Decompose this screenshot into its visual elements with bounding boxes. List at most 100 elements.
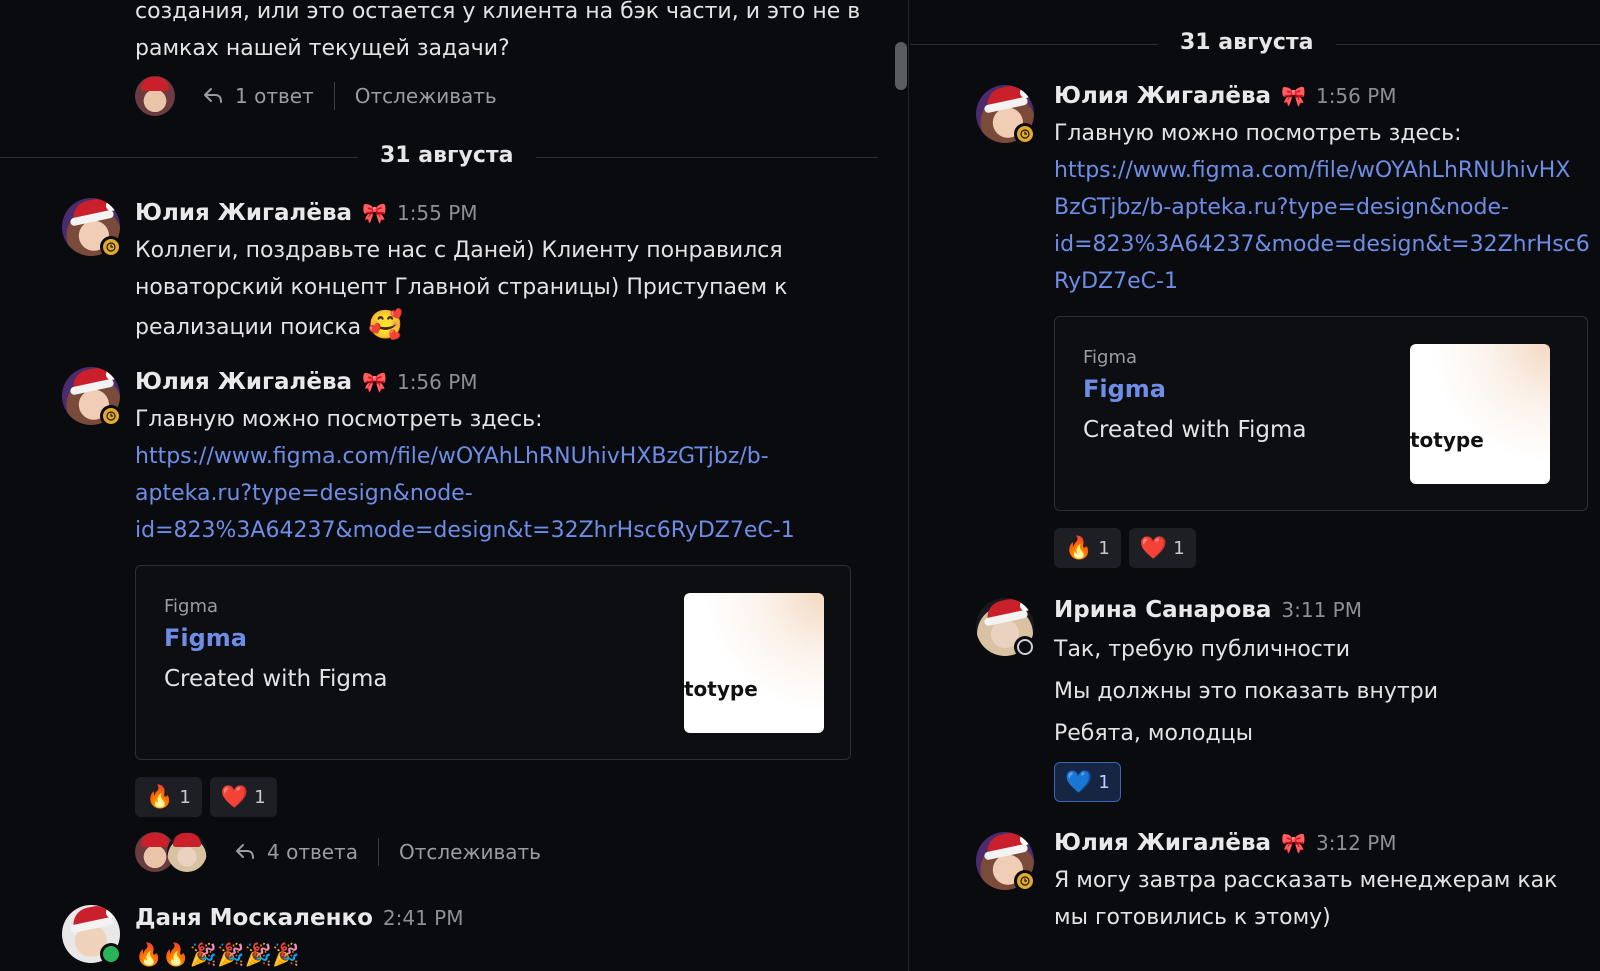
author-name[interactable]: Ирина Санарова xyxy=(1054,597,1271,623)
preview-title-link[interactable]: Figma xyxy=(1083,375,1166,403)
avatar[interactable] xyxy=(976,832,1036,892)
author-name[interactable]: Юлия Жигалёва xyxy=(135,200,352,226)
message-timestamp[interactable]: 2:41 PM xyxy=(383,906,464,930)
message-text: Главную можно посмотреть здесь: xyxy=(1054,121,1462,146)
message-text: 🔥🔥🎉🎉🎉🎉 xyxy=(135,943,300,968)
reply-arrow-icon xyxy=(204,88,222,103)
clock-status-icon xyxy=(100,236,122,258)
preview-thumbnail[interactable]: totype xyxy=(1410,344,1550,484)
message-text-line: мы готовились к этому) xyxy=(1054,905,1331,930)
date-label: 31 августа xyxy=(1158,30,1336,55)
message-timestamp[interactable]: 1:55 PM xyxy=(397,201,478,225)
message-text-line: реализации поиска 🥰 xyxy=(135,306,875,346)
message-body-partial: создания, или это остается у клиента на … xyxy=(135,0,860,67)
clock-status-icon xyxy=(100,405,122,427)
avatar[interactable] xyxy=(976,85,1036,145)
message-link[interactable]: RyDZ7eC-1 xyxy=(1054,263,1594,300)
link-preview-card[interactable]: Figma Figma Created with Figma totype xyxy=(1054,316,1588,511)
online-status-icon xyxy=(100,943,122,965)
avatar[interactable] xyxy=(976,598,1036,658)
message-text-line: создания, или это остается у клиента на … xyxy=(135,0,861,24)
reaction-count: 1 xyxy=(254,786,266,808)
reaction-emoji: ❤️ xyxy=(1139,535,1168,561)
message-link[interactable]: id=823%3A64237&mode=design&t=32ZhrHsc6 xyxy=(1054,226,1594,263)
message-link[interactable]: BzGTjbz/b-apteka.ru?type=design&node- xyxy=(1054,189,1594,226)
thread-summary[interactable]: 4 ответа Отслеживать xyxy=(135,831,541,873)
scrollbar-thumb[interactable] xyxy=(895,42,907,90)
date-separator: 31 августа xyxy=(0,143,878,171)
follow-thread-button[interactable]: Отслеживать xyxy=(355,84,497,108)
message[interactable]: Юлия Жигалёва 🎀 3:12 PM Я могу завтра ра… xyxy=(1054,830,1594,936)
avatar[interactable] xyxy=(62,198,122,258)
author-name[interactable]: Юлия Жигалёва xyxy=(135,369,352,395)
clock-status-icon xyxy=(1014,870,1036,892)
pane-divider[interactable] xyxy=(908,0,909,971)
message-timestamp[interactable]: 3:11 PM xyxy=(1281,598,1362,622)
inline-emoji: 🥰 xyxy=(368,308,403,341)
divider xyxy=(377,838,379,866)
reactions-bar: 🔥 1 ❤️ 1 xyxy=(135,777,277,817)
message-text: Главную можно посмотреть здесь: xyxy=(135,407,543,432)
reaction-heart[interactable]: ❤️ 1 xyxy=(1128,528,1196,568)
preview-description: Created with Figma xyxy=(1083,417,1307,443)
message-text-line: Так, требую публичности xyxy=(1054,637,1350,662)
thumbnail-text: totype xyxy=(684,677,758,701)
reaction-fire[interactable]: 🔥 1 xyxy=(135,777,202,817)
message-text-line: Ребята, молодцы xyxy=(1054,721,1254,746)
preview-thumbnail[interactable]: totype xyxy=(684,593,824,733)
thread-pane[interactable]: 31 августа Юлия Жигалёва 🎀 1:56 PM Главн… xyxy=(910,0,1600,971)
reaction-blue-heart[interactable]: 💙 1 xyxy=(1054,762,1121,802)
message-timestamp[interactable]: 3:12 PM xyxy=(1316,831,1397,855)
reply-count-link[interactable]: 1 ответ xyxy=(235,84,314,108)
author-status-emoji: 🎀 xyxy=(362,201,387,225)
thread-participant-avatar xyxy=(135,76,175,116)
message-link[interactable]: id=823%3A64237&mode=design&t=32ZhrHsc6Ry… xyxy=(135,512,875,549)
message-link[interactable]: https://www.figma.com/file/wOYAhLhRNUhiv… xyxy=(1054,152,1594,189)
reaction-emoji: 💙 xyxy=(1065,769,1093,795)
reaction-count: 1 xyxy=(1098,771,1110,793)
message[interactable]: Даня Москаленко 2:41 PM 🔥🔥🎉🎉🎉🎉 xyxy=(135,905,875,971)
reactions-bar: 🔥 1 ❤️ 1 xyxy=(1054,528,1196,568)
message-link[interactable]: https://www.figma.com/file/wOYAhLhRNUhiv… xyxy=(135,438,875,475)
message-text: реализации поиска xyxy=(135,315,362,340)
author-name[interactable]: Юлия Жигалёва xyxy=(1054,83,1271,109)
thread-participant-avatar xyxy=(167,832,207,872)
avatar[interactable] xyxy=(62,905,122,965)
message-timestamp[interactable]: 1:56 PM xyxy=(397,370,478,394)
avatar[interactable] xyxy=(62,367,122,427)
message[interactable]: Юлия Жигалёва 🎀 1:56 PM Главную можно по… xyxy=(1054,83,1594,300)
reply-count-link[interactable]: 4 ответа xyxy=(267,840,358,864)
reaction-count: 1 xyxy=(1173,537,1185,559)
reaction-count: 1 xyxy=(179,786,191,808)
reaction-emoji: 🔥 xyxy=(1065,535,1093,561)
author-status-emoji: 🎀 xyxy=(1281,84,1306,108)
thread-summary[interactable]: 1 ответ Отслеживать xyxy=(135,75,497,117)
reaction-emoji: 🔥 xyxy=(146,784,174,810)
author-name[interactable]: Юлия Жигалёва xyxy=(1054,830,1271,856)
follow-thread-button[interactable]: Отслеживать xyxy=(399,840,541,864)
message-text-line: рамках нашей текущей задачи? xyxy=(135,36,510,61)
message[interactable]: Юлия Жигалёва 🎀 1:55 PM Коллеги, поздрав… xyxy=(135,200,875,346)
preview-site-name: Figma xyxy=(1083,347,1138,368)
message-text-line: Коллеги, поздравьте нас с Даней) Клиенту… xyxy=(135,238,783,263)
preview-site-name: Figma xyxy=(164,596,219,617)
message-link[interactable]: apteka.ru?type=design&node- xyxy=(135,475,875,512)
main-channel-pane[interactable]: создания, или это остается у клиента на … xyxy=(0,0,898,971)
message[interactable]: Юлия Жигалёва 🎀 1:56 PM Главную можно по… xyxy=(135,369,875,549)
reactions-bar: 💙 1 xyxy=(1054,762,1121,802)
author-status-emoji: 🎀 xyxy=(1281,831,1306,855)
date-separator: 31 августа xyxy=(910,30,1600,58)
reaction-emoji: ❤️ xyxy=(220,784,249,810)
clock-status-icon xyxy=(1014,123,1036,145)
reaction-fire[interactable]: 🔥 1 xyxy=(1054,528,1121,568)
author-name[interactable]: Даня Москаленко xyxy=(135,905,373,931)
link-preview-card[interactable]: Figma Figma Created with Figma totype xyxy=(135,565,851,760)
message[interactable]: Ирина Санарова 3:11 PM Так, требую публи… xyxy=(1054,597,1594,755)
author-status-emoji: 🎀 xyxy=(362,370,387,394)
preview-title-link[interactable]: Figma xyxy=(164,624,247,652)
message-timestamp[interactable]: 1:56 PM xyxy=(1316,84,1397,108)
divider xyxy=(333,82,335,110)
reaction-heart[interactable]: ❤️ 1 xyxy=(209,777,277,817)
reply-arrow-icon xyxy=(236,844,254,859)
reaction-count: 1 xyxy=(1098,537,1110,559)
